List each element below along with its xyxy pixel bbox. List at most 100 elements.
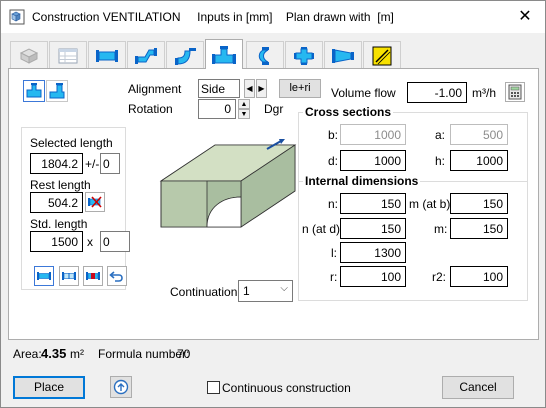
plusminus-field[interactable]: 0 <box>100 153 120 174</box>
alignment-field[interactable]: Side <box>198 79 240 98</box>
tab-bracket-duct[interactable] <box>246 41 284 69</box>
left-right-button[interactable]: le+ri <box>279 79 321 98</box>
continuous-construction-label: Continuous construction <box>222 381 351 395</box>
r-label: r: <box>330 270 338 284</box>
continuation-select[interactable]: 1 ⌵ <box>238 280 293 302</box>
alignment-next-button[interactable]: ▶ <box>256 79 267 98</box>
volume-flow-label: Volume flow <box>331 86 396 100</box>
cross-duct-icon <box>294 46 314 65</box>
damper-icon <box>372 46 392 65</box>
rotation-label: Rotation <box>128 102 173 116</box>
r-field[interactable]: 100 <box>340 266 406 287</box>
l-field[interactable]: 1300 <box>340 242 406 263</box>
formula-label: Formula number: <box>98 347 190 361</box>
m-at-b-label: m (at b): <box>409 197 454 211</box>
tab-damper[interactable] <box>363 41 401 69</box>
h-label: h: <box>435 154 446 168</box>
m-field[interactable]: 150 <box>450 218 508 239</box>
tab-offset-duct[interactable] <box>127 41 165 69</box>
area-value: 4.35 <box>41 346 67 361</box>
tab-reducer-duct[interactable] <box>324 41 362 69</box>
window-title: Construction VENTILATION Inputs in [mm] … <box>32 10 394 24</box>
info-button[interactable] <box>110 376 132 398</box>
area-unit: m² <box>70 347 84 361</box>
duct-cut-icon <box>88 196 102 208</box>
table-icon <box>58 48 78 63</box>
rotation-unit: Dgr <box>264 102 284 116</box>
construction-dialog: Construction VENTILATION Inputs in [mm] … <box>0 0 546 408</box>
r2-label: r2: <box>432 270 447 284</box>
continuous-construction-checkbox[interactable] <box>207 381 220 394</box>
calculator-icon <box>508 84 522 100</box>
internal-dimensions-title: Internal dimensions <box>303 174 421 188</box>
n-label: n: <box>328 197 339 211</box>
tab-tee-duct[interactable] <box>205 39 243 69</box>
rest-length-apply-button[interactable] <box>85 192 105 212</box>
straight-duct-icon <box>96 49 118 62</box>
tee-front-icon <box>26 83 42 98</box>
bracket-duct-icon <box>258 46 269 65</box>
tab-cube[interactable] <box>10 41 48 69</box>
tee-side-icon <box>49 83 65 99</box>
undo-button[interactable] <box>107 266 127 286</box>
place-button[interactable]: Place <box>13 376 85 399</box>
reducer-duct-icon <box>332 48 354 63</box>
multiplier-label: x <box>87 235 93 249</box>
b-field[interactable]: 1000 <box>340 124 406 145</box>
rest-length-field[interactable]: 504.2 <box>30 192 83 213</box>
volume-flow-field[interactable]: -1.00 <box>407 82 467 103</box>
volume-flow-unit: m³/h <box>472 86 496 100</box>
close-icon[interactable]: ✕ <box>515 7 535 27</box>
std-length-label: Std. length <box>30 217 88 231</box>
continuation-label: Continuation <box>170 285 238 299</box>
d-field[interactable]: 1000 <box>340 150 406 171</box>
r2-field[interactable]: 100 <box>450 266 508 287</box>
straight-duct-icon <box>37 272 51 280</box>
orientation-button-2[interactable] <box>46 80 68 102</box>
d-label: d: <box>328 154 339 168</box>
offset-duct-icon <box>135 47 157 64</box>
rotation-field[interactable]: 0 <box>198 99 236 119</box>
b-label: b: <box>328 128 339 142</box>
n-at-d-label: n (at d): <box>302 222 344 236</box>
m-at-b-field[interactable]: 150 <box>450 193 508 214</box>
std-length-field[interactable]: 1500 <box>30 231 83 252</box>
h-field[interactable]: 1000 <box>450 150 508 171</box>
duct-mode-button-3[interactable] <box>83 266 103 286</box>
multiplier-field[interactable]: 0 <box>100 231 130 252</box>
tab-straight-duct[interactable] <box>88 41 126 69</box>
tab-elbow-duct[interactable] <box>166 41 204 69</box>
rotation-up-button[interactable]: ▲ <box>238 99 250 109</box>
a-label: a: <box>435 128 446 142</box>
duct-mode-button-2[interactable] <box>59 266 79 286</box>
a-field[interactable]: 500 <box>450 124 508 145</box>
continuation-value: 1 <box>243 284 250 298</box>
chevron-down-icon: ⌵ <box>280 283 288 294</box>
cancel-button[interactable]: Cancel <box>442 376 514 399</box>
selected-length-field[interactable]: 1804.2 <box>30 153 83 174</box>
tab-table[interactable] <box>49 41 87 69</box>
tee-preview-drawing <box>159 139 297 228</box>
n-at-d-field[interactable]: 150 <box>340 218 406 239</box>
n-field[interactable]: 150 <box>340 193 406 214</box>
tab-cross-duct[interactable] <box>285 41 323 69</box>
orientation-button-1[interactable] <box>23 80 45 102</box>
duct-mode-button-1[interactable] <box>34 266 54 286</box>
duct-marked-icon <box>86 272 100 280</box>
alignment-prev-button[interactable]: ◀ <box>244 79 255 98</box>
m-label: m: <box>434 222 448 236</box>
content-panel: Alignment Side ◀ ▶ le+ri Rotation 0 ▲ ▼ … <box>8 68 539 340</box>
duct-end-icon <box>62 272 76 280</box>
plusminus-label: +/- <box>85 157 100 171</box>
rest-length-label: Rest length <box>30 178 91 192</box>
title-bar: Construction VENTILATION Inputs in [mm] … <box>1 1 545 33</box>
formula-value: 70 <box>177 347 191 361</box>
up-arrow-circle-icon <box>113 379 129 395</box>
cube-icon <box>19 47 39 64</box>
tee-duct-icon <box>212 45 236 64</box>
rotation-down-button[interactable]: ▼ <box>238 109 250 119</box>
undo-icon <box>109 271 123 282</box>
calculator-button[interactable] <box>505 82 525 102</box>
part-type-tabs <box>8 39 540 69</box>
elbow-duct-icon <box>175 47 196 65</box>
